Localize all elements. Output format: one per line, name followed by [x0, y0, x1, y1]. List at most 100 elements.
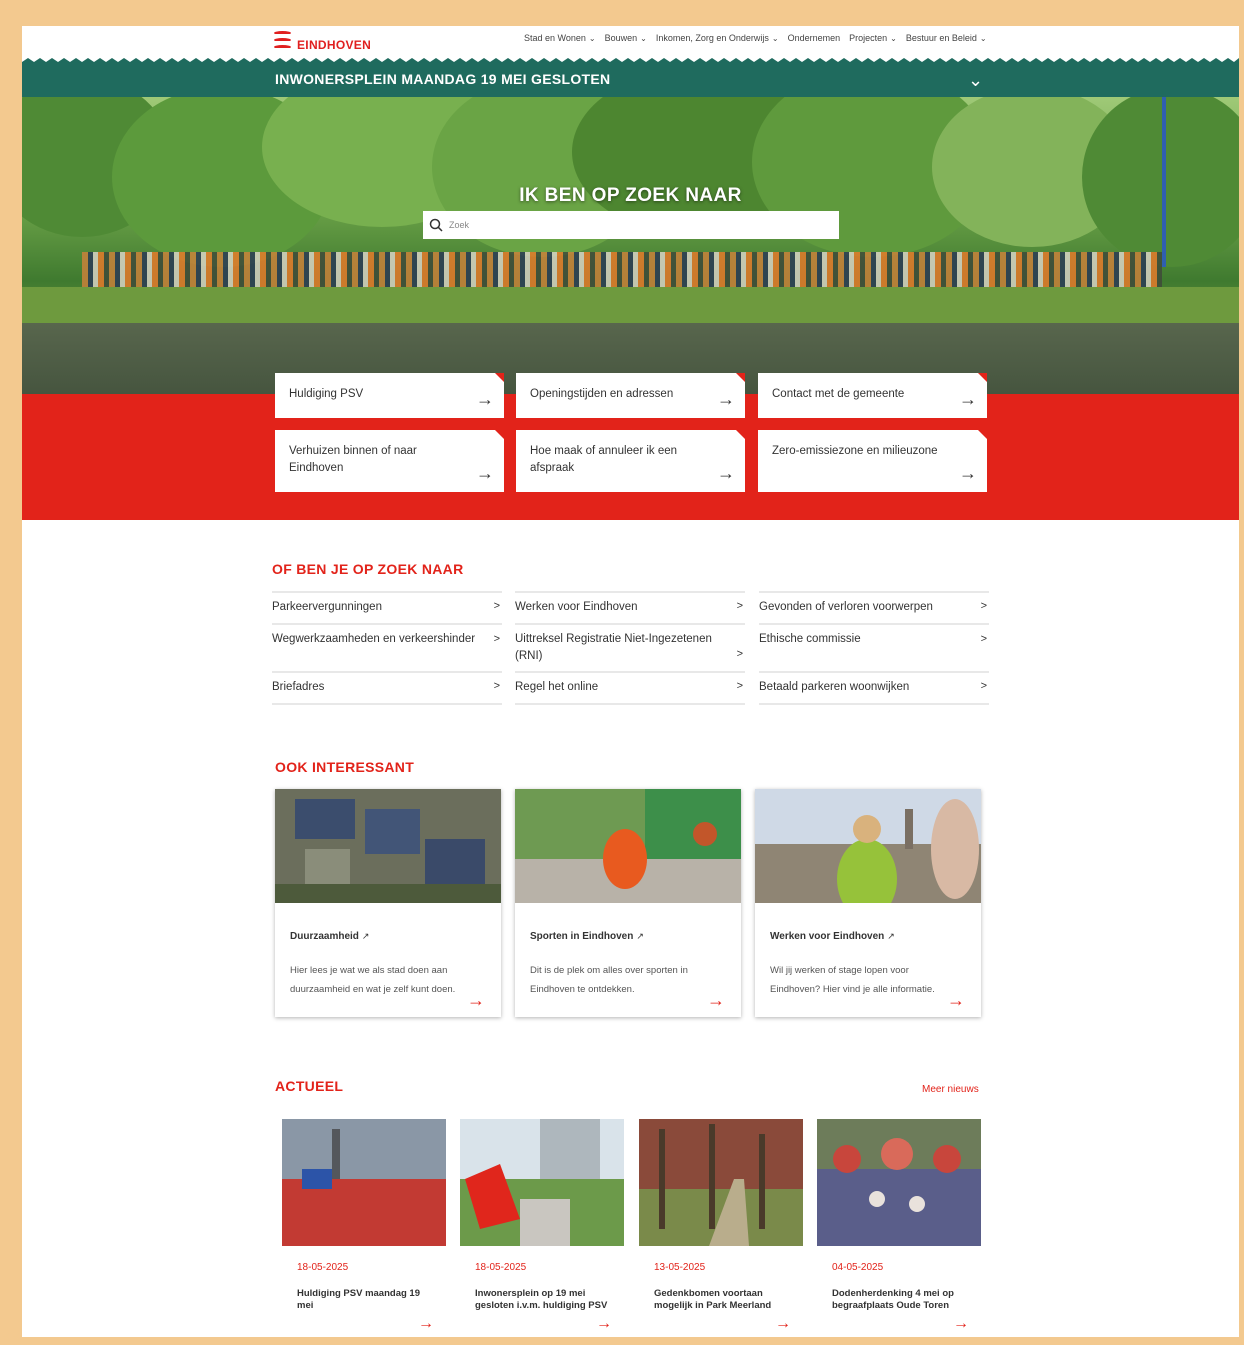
card-title: Sporten in Eindhoven ↗ — [530, 931, 644, 942]
logo-text: EINDHOVEN — [297, 38, 372, 52]
notice-title: INWONERSPLEIN MAANDAG 19 MEI GESLOTEN — [275, 71, 611, 87]
card-duurzaamheid[interactable]: Duurzaamheid ↗ Hier lees je wat we als st… — [275, 789, 501, 1017]
page: EINDHOVEN Stad en Wonen ⌄ Bouwen ⌄ Inkomen… — [22, 26, 1239, 1337]
search-box[interactable] — [423, 211, 839, 239]
link-label: Parkeervergunningen — [272, 601, 382, 613]
nav-item-bouwen[interactable]: Bouwen ⌄ — [605, 33, 647, 43]
chevron-right-icon: > — [493, 680, 500, 692]
news-card[interactable]: 18-05-2025 Huldiging PSV maandag 19 mei … — [282, 1119, 446, 1337]
nav-label: Stad en Wonen — [524, 33, 586, 43]
hero-trees — [22, 97, 1239, 267]
link-label: Betaald parkeren woonwijken — [759, 681, 910, 693]
chevron-right-icon: > — [980, 633, 987, 645]
news-title: Inwonersplein op 19 mei gesloten i.v.m. … — [475, 1288, 608, 1311]
hero-image: IK BEN OP ZOEK NAAR — [22, 97, 1239, 394]
list-item-betaald-parkeren[interactable]: Betaald parkeren woonwijken > — [759, 671, 989, 705]
list-item-regel-het-online[interactable]: Regel het online > — [515, 671, 745, 705]
quick-link-label: Hoe maak of annuleer ik een afspraak — [530, 445, 678, 474]
arrow-right-icon: → — [476, 389, 494, 409]
nav-label: Inkomen, Zorg en Onderwijs — [655, 33, 769, 43]
news-card[interactable]: 04-05-2025 Dodenherdenking 4 mei op begr… — [817, 1119, 981, 1337]
quick-link-label: Huldiging PSV — [289, 388, 364, 400]
link-label: Briefadres — [272, 681, 325, 693]
card-title-text: Sporten in Eindhoven — [530, 931, 634, 942]
list-item-parkeervergunningen[interactable]: Parkeervergunningen > — [272, 591, 502, 623]
quick-link-label: Verhuizen binnen of naar Eindhoven — [289, 445, 417, 474]
list-item-gevonden-voorwerpen[interactable]: Gevonden of verloren voorwerpen > — [759, 591, 989, 623]
chevron-down-icon: ⌄ — [588, 33, 596, 43]
arrow-right-icon: → — [953, 1315, 969, 1332]
news-image-inwonersplein — [460, 1119, 624, 1246]
quick-link-huldiging-psv[interactable]: Huldiging PSV → — [275, 373, 504, 418]
section-heading-of-ben-je: OF BEN JE OP ZOEK NAAR — [272, 561, 464, 577]
nav-label: Projecten — [849, 33, 888, 43]
news-date: 13-05-2025 — [654, 1262, 706, 1273]
search-icon — [429, 218, 443, 232]
quick-link-openingstijden[interactable]: Openingstijden en adressen → — [516, 373, 745, 418]
site-header: EINDHOVEN Stad en Wonen ⌄ Bouwen ⌄ Inkomen… — [22, 26, 1239, 62]
news-image-psv-crowd — [282, 1119, 446, 1246]
external-link-icon: ↗ — [887, 931, 895, 941]
logo-waves-icon — [274, 30, 291, 54]
card-werken-voor-eindhoven[interactable]: Werken voor Eindhoven ↗ Wil jij werken of… — [755, 789, 981, 1017]
chevron-down-icon: ⌄ — [890, 33, 897, 43]
chevron-right-icon: > — [736, 680, 743, 692]
quick-link-afspraak[interactable]: Hoe maak of annuleer ik een afspraak → — [516, 430, 745, 492]
arrow-right-icon: → — [775, 1315, 791, 1332]
search-input[interactable] — [449, 220, 829, 230]
quick-link-zero-emissiezone[interactable]: Zero-emissiezone en milieuzone → — [758, 430, 987, 492]
news-image-dodenherdenking — [817, 1119, 981, 1246]
quick-link-contact[interactable]: Contact met de gemeente → — [758, 373, 987, 418]
card-image-basketball — [515, 789, 741, 903]
nav-item-stad-en-wonen[interactable]: Stad en Wonen ⌄ — [524, 33, 596, 43]
meer-nieuws-link[interactable]: Meer nieuws — [922, 1084, 979, 1095]
nav-item-bestuur-en-beleid[interactable]: Bestuur en Beleid ⌄ — [906, 33, 987, 43]
card-description: Wil jij werken of stage lopen voor Eindh… — [770, 965, 935, 995]
chevron-down-icon: ⌄ — [640, 33, 647, 43]
nav-item-inkomen-zorg-onderwijs[interactable]: Inkomen, Zorg en Onderwijs ⌄ — [656, 33, 779, 43]
link-label: Wegwerkzaamheden en verkeershinder — [272, 633, 476, 645]
hero-heading: IK BEN OP ZOEK NAAR — [519, 185, 742, 206]
chevron-right-icon: > — [493, 600, 500, 612]
chevron-right-icon: > — [736, 648, 743, 660]
hero-crowd — [82, 252, 1162, 290]
card-title-text: Werken voor Eindhoven — [770, 931, 885, 942]
nav-label: Bouwen — [604, 33, 638, 43]
news-card[interactable]: 18-05-2025 Inwonersplein op 19 mei geslo… — [460, 1119, 624, 1337]
arrow-right-icon: → — [476, 463, 494, 483]
list-item-briefadres[interactable]: Briefadres > — [272, 671, 502, 705]
card-title: Duurzaamheid ↗ — [290, 931, 369, 942]
quick-link-label: Openingstijden en adressen — [530, 388, 674, 400]
chevron-right-icon: > — [736, 600, 743, 612]
arrow-right-icon: → — [947, 990, 965, 1010]
chevron-down-icon: ⌄ — [979, 33, 987, 43]
card-description: Hier lees je wat we als stad doen aan du… — [290, 965, 456, 995]
chevron-right-icon: > — [493, 633, 500, 645]
nav-item-projecten[interactable]: Projecten ⌄ — [849, 33, 897, 43]
arrow-right-icon: → — [596, 1315, 612, 1332]
section-heading-ook-interessant: OOK INTERESSANT — [275, 759, 415, 775]
quick-link-label: Contact met de gemeente — [772, 388, 905, 400]
link-label: Regel het online — [515, 681, 599, 693]
quick-link-verhuizen[interactable]: Verhuizen binnen of naar Eindhoven → — [275, 430, 504, 492]
nav-label: Ondernemen — [787, 33, 841, 43]
news-image-park-meerland — [639, 1119, 803, 1246]
section-heading-actueel: ACTUEEL — [275, 1078, 344, 1094]
card-sporten[interactable]: Sporten in Eindhoven ↗ Dit is de plek om … — [515, 789, 741, 1017]
list-item-uittreksel-rni[interactable]: Uittreksel Registratie Niet-Ingezetenen … — [515, 623, 745, 671]
list-item-ethische-commissie[interactable]: Ethische commissie > — [759, 623, 989, 671]
chevron-down-icon[interactable]: ⌄ — [968, 70, 983, 91]
list-item-werken-voor-eindhoven[interactable]: Werken voor Eindhoven > — [515, 591, 745, 623]
card-title-text: Duurzaamheid — [290, 931, 359, 942]
eindhoven-logo[interactable]: EINDHOVEN — [274, 30, 371, 54]
arrow-right-icon: → — [418, 1315, 434, 1332]
notice-banner[interactable]: INWONERSPLEIN MAANDAG 19 MEI GESLOTEN ⌄ — [22, 66, 1239, 97]
news-card[interactable]: 13-05-2025 Gedenkbomen voortaan mogelijk… — [639, 1119, 803, 1337]
nav-item-ondernemen[interactable]: Ondernemen — [788, 33, 841, 43]
nav-label: Bestuur en Beleid — [905, 33, 977, 43]
list-item-wegwerkzaamheden[interactable]: Wegwerkzaamheden en verkeershinder > — [272, 623, 502, 671]
card-image-city-view — [755, 789, 981, 919]
chevron-right-icon: > — [980, 680, 987, 692]
news-date: 18-05-2025 — [475, 1262, 527, 1273]
arrow-right-icon: → — [717, 463, 735, 483]
